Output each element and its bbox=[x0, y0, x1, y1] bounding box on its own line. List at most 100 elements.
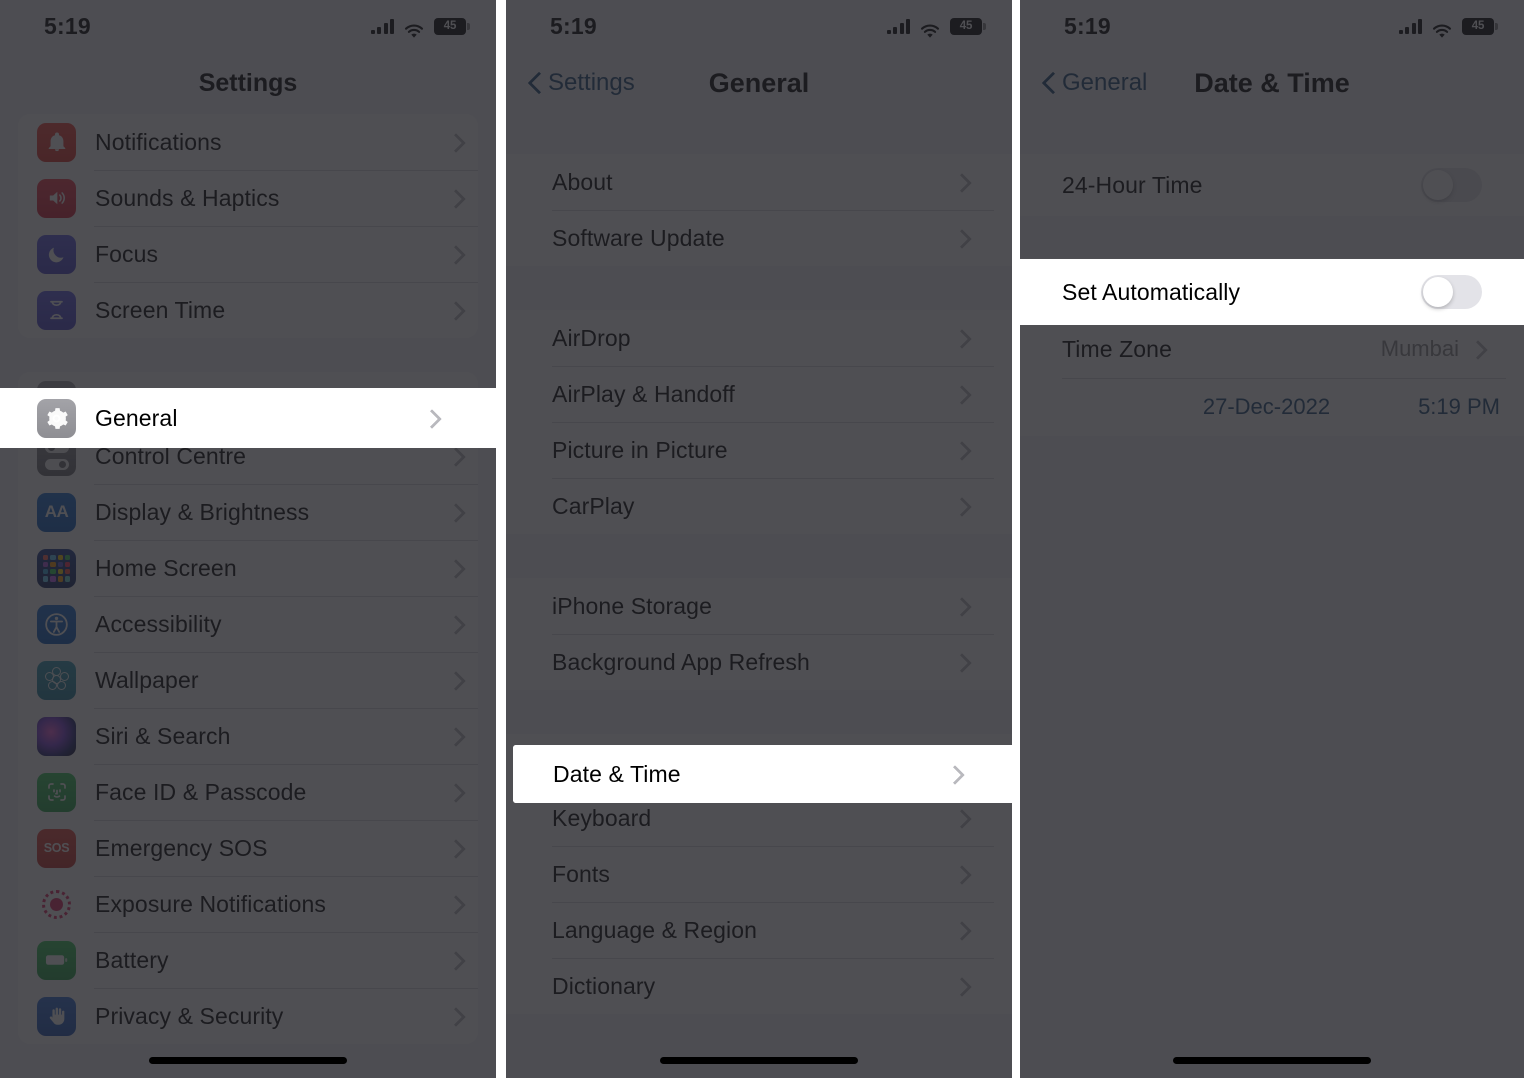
row-label: Picture in Picture bbox=[552, 436, 728, 463]
highlighted-row-general[interactable]: General bbox=[0, 388, 496, 448]
back-button-general[interactable]: General bbox=[1042, 69, 1147, 97]
row-label: AirPlay & Handoff bbox=[552, 380, 735, 407]
list-item-airplay-handoff[interactable]: AirPlay & Handoff bbox=[506, 366, 1012, 422]
list-item-time-zone[interactable]: Time Zone Mumbai bbox=[1020, 320, 1524, 378]
chevron-right-icon bbox=[449, 559, 460, 578]
face-id-icon bbox=[37, 772, 76, 812]
sidebar-item-notifications[interactable]: Notifications bbox=[18, 114, 478, 170]
row-label: Keyboard bbox=[552, 804, 652, 831]
sidebar-item-privacy-security[interactable]: Privacy & Security bbox=[18, 988, 478, 1044]
chevron-right-icon bbox=[449, 447, 460, 466]
chevron-right-icon bbox=[449, 951, 460, 970]
list-item-iphone-storage[interactable]: iPhone Storage bbox=[506, 578, 1012, 634]
chevron-right-icon bbox=[449, 301, 460, 320]
toggle-24-hour-time[interactable] bbox=[1421, 168, 1482, 202]
row-label: Language & Region bbox=[552, 916, 758, 943]
highlighted-row-date-time[interactable]: Date & Time bbox=[513, 745, 1012, 803]
chevron-right-icon bbox=[425, 409, 436, 428]
back-button-settings[interactable]: Settings bbox=[528, 69, 635, 97]
list-item-dictionary[interactable]: Dictionary bbox=[506, 958, 1012, 1014]
list-item-background-app-refresh[interactable]: Background App Refresh bbox=[506, 634, 1012, 690]
chevron-right-icon bbox=[449, 727, 460, 746]
spotlight-general-row[interactable]: General bbox=[0, 388, 496, 448]
settings-group-2: General Control Centre AA Displ bbox=[18, 372, 478, 1044]
battery-icon: 45 bbox=[950, 17, 986, 35]
row-label: Wallpaper bbox=[95, 666, 199, 693]
chevron-right-icon bbox=[948, 765, 959, 784]
row-label: Date & Time bbox=[553, 760, 681, 787]
status-bar: 5:19 45 bbox=[0, 0, 496, 52]
spotlight-date-time-row[interactable]: Date & Time bbox=[513, 745, 1012, 803]
list-item-about[interactable]: About bbox=[506, 154, 1012, 210]
back-label: General bbox=[1062, 69, 1148, 96]
row-label: AirDrop bbox=[552, 324, 631, 351]
nav-bar-date-time: General Date & Time bbox=[1020, 52, 1524, 114]
home-indicator bbox=[1173, 1057, 1371, 1064]
chevron-right-icon bbox=[955, 865, 966, 884]
list-item-carplay[interactable]: CarPlay bbox=[506, 478, 1012, 534]
sidebar-item-siri-search[interactable]: Siri & Search bbox=[18, 708, 478, 764]
exposure-icon bbox=[37, 884, 76, 924]
chevron-right-icon bbox=[955, 809, 966, 828]
sidebar-item-exposure-notifications[interactable]: Exposure Notifications bbox=[18, 876, 478, 932]
battery-icon: 45 bbox=[434, 17, 470, 35]
chevron-right-icon bbox=[955, 497, 966, 516]
chevron-right-icon bbox=[955, 229, 966, 248]
row-label: Face ID & Passcode bbox=[95, 778, 307, 805]
nav-bar-settings: Settings bbox=[0, 52, 496, 114]
row-label: Sounds & Haptics bbox=[95, 184, 280, 211]
list-item-software-update[interactable]: Software Update bbox=[506, 210, 1012, 266]
row-label: CarPlay bbox=[552, 492, 635, 519]
list-item-24-hour-time[interactable]: 24-Hour Time bbox=[1020, 154, 1524, 216]
highlighted-row-set-automatically[interactable]: Set Automatically bbox=[1020, 259, 1524, 325]
chevron-right-icon bbox=[449, 133, 460, 152]
sidebar-item-home-screen[interactable]: Home Screen bbox=[18, 540, 478, 596]
nav-bar-general: Settings General bbox=[506, 52, 1012, 114]
sidebar-item-accessibility[interactable]: Accessibility bbox=[18, 596, 478, 652]
row-label: General bbox=[95, 404, 178, 431]
sidebar-item-wallpaper[interactable]: Wallpaper bbox=[18, 652, 478, 708]
list-item-date-time-values[interactable]: 27-Dec-2022 5:19 PM bbox=[1020, 378, 1524, 436]
sidebar-item-screen-time[interactable]: Screen Time bbox=[18, 282, 478, 338]
accessibility-icon bbox=[37, 604, 76, 644]
chevron-right-icon bbox=[449, 895, 460, 914]
sidebar-item-sounds-haptics[interactable]: Sounds & Haptics bbox=[18, 170, 478, 226]
row-label: Notifications bbox=[95, 128, 222, 155]
battery-icon: 45 bbox=[1462, 17, 1498, 35]
time-value-button[interactable]: 5:19 PM bbox=[1418, 394, 1500, 420]
row-label: Time Zone bbox=[1062, 335, 1172, 362]
row-label: Set Automatically bbox=[1062, 278, 1241, 305]
settings-group-1: Notifications Sounds & Haptics Focus Scr… bbox=[18, 114, 478, 338]
moon-icon bbox=[37, 234, 76, 274]
list-item-fonts[interactable]: Fonts bbox=[506, 846, 1012, 902]
chevron-right-icon bbox=[955, 385, 966, 404]
row-label: Fonts bbox=[552, 860, 611, 887]
hand-icon bbox=[37, 996, 76, 1036]
row-label: Dictionary bbox=[552, 972, 656, 999]
row-label: Background App Refresh bbox=[552, 648, 810, 675]
list-item-picture-in-picture[interactable]: Picture in Picture bbox=[506, 422, 1012, 478]
chevron-right-icon bbox=[449, 615, 460, 634]
status-indicators: 45 bbox=[1398, 17, 1498, 38]
hourglass-icon bbox=[37, 290, 76, 330]
spotlight-set-automatically-row[interactable]: Set Automatically bbox=[1020, 259, 1524, 325]
toggle-knob bbox=[1423, 277, 1453, 307]
toggle-set-automatically[interactable] bbox=[1421, 275, 1482, 309]
panel-divider-1 bbox=[496, 0, 506, 1078]
sidebar-item-face-id-passcode[interactable]: Face ID & Passcode bbox=[18, 764, 478, 820]
home-screen-icon bbox=[37, 548, 76, 588]
sidebar-item-focus[interactable]: Focus bbox=[18, 226, 478, 282]
list-item-language-region[interactable]: Language & Region bbox=[506, 902, 1012, 958]
date-value-button[interactable]: 27-Dec-2022 bbox=[1203, 394, 1330, 420]
row-label: Exposure Notifications bbox=[95, 890, 327, 917]
row-label: Focus bbox=[95, 240, 159, 267]
text-size-icon: AA bbox=[37, 492, 76, 532]
home-indicator bbox=[660, 1057, 858, 1064]
panel-general: 5:19 45 Settings General About Software … bbox=[506, 0, 1012, 1078]
sidebar-item-display-brightness[interactable]: AA Display & Brightness bbox=[18, 484, 478, 540]
list-item-airdrop[interactable]: AirDrop bbox=[506, 310, 1012, 366]
chevron-right-icon bbox=[955, 921, 966, 940]
sidebar-item-battery[interactable]: Battery bbox=[18, 932, 478, 988]
status-bar: 5:19 45 bbox=[506, 0, 1012, 52]
sidebar-item-emergency-sos[interactable]: SOS Emergency SOS bbox=[18, 820, 478, 876]
